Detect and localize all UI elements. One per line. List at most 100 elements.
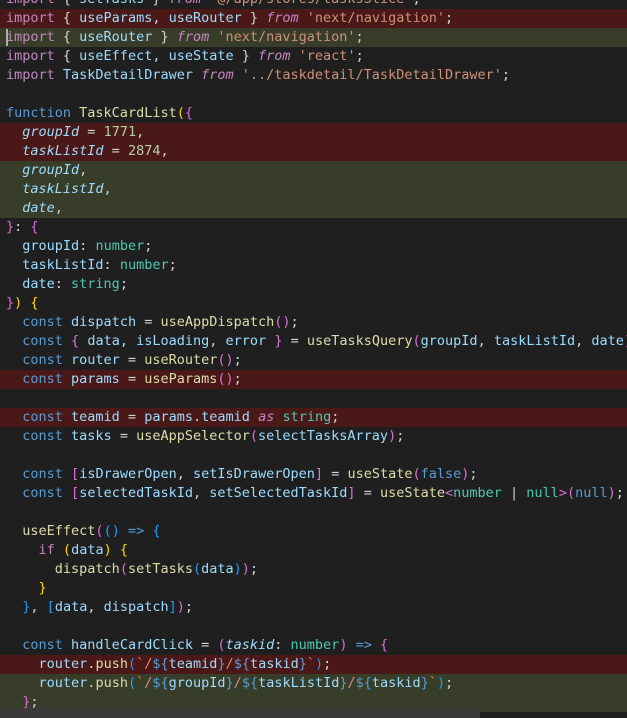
code-line[interactable]: router.push(`/${teamid}/${taskid}`); [0,655,627,674]
horizontal-scrollbar[interactable] [0,708,480,718]
code-token: router [38,675,88,691]
code-token: false [420,466,462,482]
code-line[interactable] [0,446,627,465]
code-line[interactable]: const router = useRouter(); [0,351,627,370]
code-line[interactable]: }) { [0,294,627,313]
code-token: router [71,352,120,368]
code-line[interactable]: groupId, [0,161,627,180]
code-line[interactable]: import { useRouter } from 'next/navigati… [0,28,627,47]
code-editor[interactable]: import { setTasks } from '@/app/stores/t… [0,0,627,712]
code-line[interactable]: }, [data, dispatch]); [0,598,627,617]
code-line[interactable]: import { useEffect, useState } from 'rea… [0,47,627,66]
code-token: '@/app/stores/tasksSlice' [209,0,412,7]
code-token: , [54,200,63,216]
code-token: ; [168,257,177,273]
code-line[interactable] [0,85,627,104]
code-token: push [95,675,128,691]
code-token: , [160,143,169,159]
code-line[interactable]: const handleCardClick = (taskid: number)… [0,636,627,655]
code-line[interactable]: useEffect(() => { [0,522,627,541]
code-line[interactable]: const params = useParams(); [0,370,627,389]
code-line[interactable]: router.push(`/${groupId}/${taskListId}/$… [0,674,627,693]
code-token: groupId [22,124,80,140]
code-token: data [54,599,88,615]
code-token: ; [331,409,340,425]
code-line[interactable]: function TaskCardList({ [0,104,627,123]
code-line[interactable]: const teamid = params.teamid as string; [0,408,627,427]
code-line[interactable]: }: { [0,218,627,237]
code-line[interactable]: const { data, isLoading, error } = useTa… [0,332,627,351]
code-token: `/ [136,675,153,691]
code-line[interactable]: import { setTasks } from '@/app/stores/t… [0,0,627,9]
code-token: () [217,371,234,387]
code-line[interactable]: taskListId = 2874, [0,142,627,161]
code-token: ( [412,333,421,349]
code-token: as [258,409,275,425]
code-token: 'next/navigation' [306,10,445,26]
code-token: groupId [22,238,80,254]
code-token: data [87,333,120,349]
code-line[interactable]: dispatch(setTasks(data)); [0,560,627,579]
code-line[interactable]: groupId: number; [0,237,627,256]
code-token: number [290,637,340,653]
code-token: } [241,10,267,26]
code-token: ( [119,561,128,577]
code-token: useEffect [22,523,96,539]
code-token: = [323,466,348,482]
code-line[interactable]: taskListId, [0,180,627,199]
code-token: [ [46,599,55,615]
code-line[interactable]: if (data) { [0,541,627,560]
code-token: , [209,333,226,349]
code-line[interactable]: date: string; [0,275,627,294]
code-line[interactable]: import { useParams, useRouter } from 'ne… [0,9,627,28]
code-token: ${ [355,675,372,691]
code-token: groupId [22,162,80,178]
code-token: from [266,10,299,26]
code-token: ; [412,0,420,7]
code-token: ; [501,67,510,83]
code-token: dispatch [71,314,137,330]
code-token: groupId [420,333,478,349]
code-line[interactable]: const tasks = useAppSelector(selectTasks… [0,427,627,446]
code-token: taskListId [22,257,104,273]
code-line[interactable]: } [0,579,627,598]
code-token: ( [566,485,576,501]
code-token: const [22,428,63,444]
code-line[interactable]: const dispatch = useAppDispatch(); [0,313,627,332]
code-token: = [282,333,307,349]
code-line[interactable] [0,503,627,522]
code-token: const [22,637,63,653]
code-line[interactable]: import TaskDetailDrawer from '../taskdet… [0,66,627,85]
code-token: > [558,485,567,501]
code-token: ${ [233,656,250,672]
code-token: ; [184,599,194,615]
code-line[interactable]: taskListId: number; [0,256,627,275]
code-token: const [22,314,63,330]
code-line[interactable]: date, [0,199,627,218]
code-line[interactable]: const [isDrawerOpen, setIsDrawerOpen] = … [0,465,627,484]
code-token: TaskDetailDrawer [62,67,193,83]
code-line[interactable] [0,389,627,408]
code-token: . [193,409,202,425]
code-token: import [6,10,55,26]
code-token: , [575,333,592,349]
code-token: ` [428,675,437,691]
code-token: taskid [249,656,299,672]
code-token: from [258,48,291,64]
code-token: / [347,675,356,691]
code-line[interactable]: const [selectedTaskId, setSelectedTaskId… [0,484,627,503]
code-line[interactable] [0,617,627,636]
code-token: ; [233,352,242,368]
code-line[interactable]: groupId = 1771, [0,123,627,142]
code-token: ( [62,542,72,558]
code-token: } [6,219,15,235]
code-token: { [71,333,80,349]
code-token: groupId [168,675,226,691]
